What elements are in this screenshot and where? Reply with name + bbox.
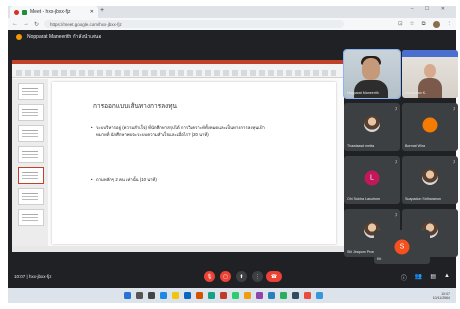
shared-screen: การออกแบบเส้นทางการลงทุน ระบบริหารอยู่ (…	[12, 60, 344, 252]
participant-name: Bormat Wira	[405, 144, 425, 148]
slide: การออกแบบเส้นทางการลงทุน ระบบริหารอยู่ (…	[52, 82, 336, 244]
tab-title: Meet - hxx-jbxx-fjz	[30, 9, 71, 15]
menu-icon[interactable]: ⋮	[447, 21, 453, 27]
close-tab-icon[interactable]: ✕	[90, 9, 94, 15]
task-view-icon[interactable]	[148, 292, 155, 299]
browser-tab[interactable]: Meet - hxx-jbxx-fjz ✕	[10, 6, 98, 18]
new-tab-button[interactable]: +	[100, 7, 104, 14]
slide-thumbnail	[18, 188, 44, 205]
screen: Meet - hxx-jbxx-fjz ✕ + – ☐ ✕ ← → ↻ http…	[0, 0, 460, 309]
meeting-time: 10:07	[14, 274, 26, 279]
participant-photo	[422, 169, 438, 186]
slide-thumbnail	[18, 146, 44, 163]
chat-icon[interactable]: ▤	[430, 273, 436, 282]
powerpoint-ribbon	[12, 60, 344, 78]
app-icon[interactable]	[304, 292, 311, 299]
presenter-label: Nopparat Maneerith กำลังนำเสนอ	[27, 34, 102, 40]
slide-thumbnail	[18, 209, 44, 226]
meet-window: Nopparat Maneerith กำลังนำเสนอ การออกแบบ…	[8, 30, 458, 288]
participant-name: Ohi Suktra Lasutrom	[347, 197, 380, 201]
search-icon[interactable]	[136, 292, 143, 299]
address-bar[interactable]: https://meet.google.com/hxx-jbxx-fjz	[44, 20, 345, 28]
camera-toggle-button[interactable]: ▢	[220, 271, 231, 282]
window-controls[interactable]: – ☐ ✕	[411, 6, 450, 12]
presenter-avatar	[16, 34, 22, 40]
word-icon[interactable]	[268, 292, 275, 299]
meet-control-bar: 10:07 | hxx-jbxx-fjz 🎙 ▢ ⬆ ⋮ ☎ ⓘ 👥 ▤ ▲	[8, 266, 456, 288]
participant-name: Nopparat Maneerith	[347, 91, 379, 95]
back-icon[interactable]: ←	[12, 21, 18, 27]
mail-icon[interactable]	[184, 292, 191, 299]
participant-name: Kanokwan K.	[405, 91, 427, 95]
present-button[interactable]: ⬆	[236, 271, 247, 282]
participant-avatar	[422, 117, 438, 133]
mic-off-icon: ⁒	[453, 159, 455, 164]
participant-tile[interactable]: ⁒ Suapadun Sritharanon	[402, 156, 458, 204]
meeting-code: hxx-jbxx-fjz	[28, 274, 52, 279]
mic-off-icon: ⁒	[395, 212, 397, 217]
slide-bullet: ถามหลักๆ 2 คน เท่านั้น (10 นาที)	[91, 176, 266, 183]
chrome-icon[interactable]	[244, 292, 251, 299]
powerpoint-icon[interactable]	[220, 292, 227, 299]
slide-thumbnail	[18, 83, 44, 100]
self-tile[interactable]: S Kit	[374, 230, 430, 264]
powerpoint-status-bar	[12, 246, 344, 252]
participant-tile[interactable]: ⁒ Bormat Wira	[402, 103, 458, 151]
address-text: https://meet.google.com/hxx-jbxx-fjz	[50, 21, 122, 27]
cast-icon[interactable]: ⊡	[398, 21, 403, 27]
participant-photo	[364, 116, 380, 133]
participant-tile[interactable]: ⁒ L Ohi Suktra Lasutrom	[344, 156, 400, 204]
app-icon[interactable]	[208, 292, 215, 299]
system-tray[interactable]: 10:07 10/11/2564	[433, 292, 450, 300]
app-icon[interactable]	[292, 292, 299, 299]
slide-thumbnail	[18, 125, 44, 142]
app-icon[interactable]	[316, 292, 323, 299]
windows-taskbar: 10:07 10/11/2564	[8, 288, 456, 303]
participant-name: Thawisasd metta	[347, 144, 375, 148]
slide-bullet: ระบบริหารอยู่ (ความสำเร็จ) ที่นักศึกษาสร…	[91, 124, 266, 138]
file-explorer-icon[interactable]	[172, 292, 179, 299]
participant-name: Kit	[377, 257, 382, 261]
meeting-info: 10:07 | hxx-jbxx-fjz	[14, 274, 52, 279]
extensions-icon[interactable]: ⧉	[422, 21, 426, 28]
slide-thumbnails	[12, 79, 48, 246]
office-icon[interactable]	[196, 292, 203, 299]
participant-avatar: L	[364, 170, 380, 186]
app-icon[interactable]	[232, 292, 239, 299]
slide-thumbnail	[18, 104, 44, 121]
edge-icon[interactable]	[160, 292, 167, 299]
browser-toolbar: ← → ↻ https://meet.google.com/hxx-jbxx-f…	[8, 18, 456, 30]
clock-date: 10/11/2564	[432, 296, 450, 300]
start-icon[interactable]	[124, 292, 131, 299]
mic-off-icon: ⁒	[395, 159, 397, 164]
recording-icon	[14, 9, 19, 15]
people-icon[interactable]: 👥	[415, 273, 422, 282]
bookmark-star-icon[interactable]: ☆	[410, 21, 415, 27]
self-avatar: S	[394, 239, 410, 255]
slide-thumbnail-selected	[18, 167, 44, 184]
meet-favicon-icon	[22, 9, 27, 15]
mic-toggle-button[interactable]: 🎙	[204, 271, 215, 282]
activities-icon[interactable]: ▲	[444, 273, 450, 282]
presenter-bar: Nopparat Maneerith กำลังนำเสนอ	[8, 30, 456, 44]
mic-off-icon: ⁒	[395, 106, 397, 111]
mic-off-icon: ⁒	[453, 106, 455, 111]
forward-icon[interactable]: →	[23, 21, 29, 27]
reload-icon[interactable]: ↻	[34, 21, 39, 28]
participant-tile[interactable]: Nopparat Maneerith	[343, 49, 401, 99]
participant-name: Suapadun Sritharanon	[405, 197, 441, 201]
profile-avatar[interactable]	[432, 20, 440, 28]
slide-title: การออกแบบเส้นทางการลงทุน	[93, 103, 177, 110]
participant-tile[interactable]: Kanokwan K.	[402, 50, 458, 98]
app-icon[interactable]	[256, 292, 263, 299]
end-call-button[interactable]: ☎	[266, 271, 282, 282]
participant-tile[interactable]: ⁒ Thawisasd metta	[344, 103, 400, 151]
excel-icon[interactable]	[280, 292, 287, 299]
info-icon[interactable]: ⓘ	[401, 273, 407, 282]
more-options-button[interactable]: ⋮	[252, 271, 263, 282]
